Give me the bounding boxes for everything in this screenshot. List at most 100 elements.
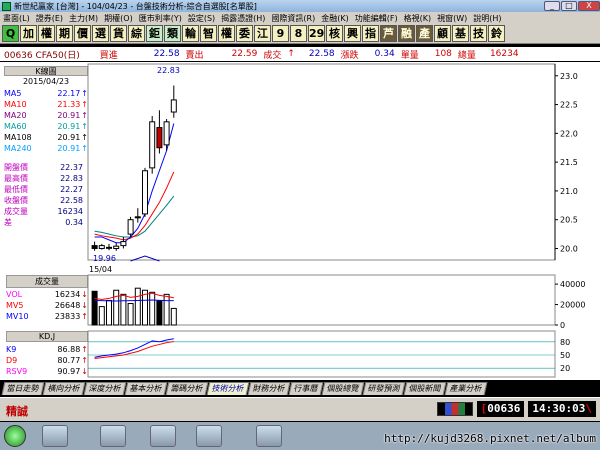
volume-bar (170, 307, 177, 326)
toolbar-button[interactable]: 8 (290, 25, 307, 42)
menu-item[interactable]: 視窗(W) (434, 13, 470, 24)
tab-item[interactable]: 個股新聞 (403, 382, 447, 395)
toolbar-button[interactable]: 興 (344, 25, 361, 42)
volume-bar (156, 299, 163, 326)
buy-label: 買進 (99, 50, 118, 61)
tab-item[interactable]: 產業分析 (444, 382, 488, 395)
tab-item[interactable]: 當日走勢 (1, 382, 45, 395)
toolbar-button[interactable]: 委 (236, 25, 253, 42)
taskbar-app-1-icon[interactable] (42, 425, 68, 447)
total-label: 總量 (457, 50, 476, 61)
kline-tick-label: 21.0 (560, 187, 578, 196)
minimize-button[interactable]: _ (544, 1, 560, 11)
kd-tick-label: 80 (560, 338, 570, 347)
stock-code-box[interactable]: [00636 (476, 401, 525, 417)
kline-tick-label: 22.0 (560, 129, 578, 138)
menu-item[interactable]: 功能編輯(F) (352, 13, 401, 24)
kline-chart[interactable]: 23.0 22.5 22.0 21.5 21.0 20.5 20.0 (0, 62, 600, 272)
volume-bar (127, 303, 134, 326)
toolbar-button[interactable]: 基 (452, 25, 469, 42)
toolbar-button[interactable]: 權 (218, 25, 235, 42)
menu-item[interactable]: 格視(K) (401, 13, 435, 24)
menu-item[interactable]: 設定(S) (185, 13, 218, 24)
tab-item[interactable]: 財務分析 (247, 382, 291, 395)
toolbar-button[interactable]: 加 (20, 25, 37, 42)
taskbar-app-2-icon[interactable] (100, 425, 126, 447)
toolbar-button[interactable]: 類 (164, 25, 181, 42)
maximize-button[interactable]: □ (561, 1, 577, 11)
tab-item[interactable]: 深度分析 (83, 382, 127, 395)
menu-item[interactable]: 金融(K) (318, 13, 352, 24)
ticker-icon[interactable] (436, 402, 473, 416)
toolbar-button[interactable]: 鈴 (488, 25, 505, 42)
trade-arrow: ↑ (287, 49, 295, 59)
trade-label: 成交 (263, 50, 282, 61)
mv5-line (94, 292, 174, 300)
toolbar-button[interactable]: 技 (470, 25, 487, 42)
taskbar-app-3-icon[interactable] (150, 425, 176, 447)
tab-item[interactable]: 行事曆 (288, 382, 324, 395)
toolbar-button[interactable]: 權 (38, 25, 55, 42)
candle-body (120, 241, 127, 247)
tab-item[interactable]: 籌碼分析 (165, 382, 209, 395)
toolbar-button[interactable]: 9 (272, 25, 289, 42)
menu-item[interactable]: 匯市利率(Y) (136, 13, 185, 24)
volume-bar (91, 290, 98, 326)
menu-item[interactable]: 證券(E) (33, 13, 66, 24)
menu-bar: 畫面(L) 證券(E) 主力(M) 期權(O) 匯市利率(Y) 設定(S) 揭露憑證(H) 國… (0, 12, 600, 24)
close-button[interactable]: X (578, 1, 600, 11)
candle-body (142, 170, 148, 215)
sell-value: 22.59 (231, 49, 258, 59)
toolbar-button[interactable]: 產 (416, 25, 433, 42)
toolbar-button[interactable]: 芦 (380, 25, 397, 42)
toolbar-button[interactable]: 鉅 (146, 25, 163, 42)
kline-tick-label: 22.5 (560, 101, 578, 110)
kline-tick-label: 21.5 (560, 158, 578, 167)
start-icon[interactable] (4, 425, 26, 447)
toolbar-button[interactable]: 核 (326, 25, 343, 42)
toolbar-button[interactable]: 期 (56, 25, 73, 42)
toolbar-button[interactable]: 指 (362, 25, 379, 42)
toolbar-button[interactable]: 智 (200, 25, 217, 42)
toolbar-button[interactable]: 融 (398, 25, 415, 42)
menu-item[interactable]: 畫面(L) (0, 13, 33, 24)
menu-item[interactable]: 揭露憑證(H) (218, 13, 268, 24)
tab-item[interactable]: 橫向分析 (42, 382, 86, 395)
change-value: 0.34 (374, 49, 395, 59)
tab-item[interactable]: 個股總覽 (321, 382, 365, 395)
toolbar-button[interactable]: 貨 (110, 25, 127, 42)
kline-tick-label: 23.0 (560, 72, 578, 81)
menu-item[interactable]: 主力(M) (66, 13, 101, 24)
kd-tick-label: 50 (560, 351, 570, 360)
tab-item[interactable]: 研發預測 (362, 382, 406, 395)
kline-low-label: 19.96 (93, 254, 116, 263)
toolbar-button[interactable]: 江 (254, 25, 271, 42)
ma20-line (94, 195, 175, 238)
menu-item[interactable]: 說明(H) (470, 13, 504, 24)
toolbar-button[interactable]: 29 (308, 25, 325, 42)
quote-bar: 00636 CFA50(日) 買進 22.58 賣出 22.59 成交 ↑ 22… (0, 47, 600, 61)
volume-bar (142, 289, 148, 326)
volume-chart[interactable]: 40000200000 (0, 273, 600, 331)
chart-area: K線圖 2015/04/23 MA5 22.17 ↑ MA10 21.33 ↑ MA20 20… (0, 62, 600, 380)
taskbar-app-4-icon[interactable] (196, 425, 222, 447)
tab-item[interactable]: 基本分析 (124, 382, 168, 395)
toolbar-button[interactable]: 價 (74, 25, 91, 42)
taskbar-app-5-icon[interactable] (256, 425, 282, 447)
tab-item[interactable]: 技術分析 (206, 382, 250, 395)
toolbar-button[interactable]: 選 (92, 25, 109, 42)
toolbar-button[interactable]: 顧 (434, 25, 451, 42)
stock-code: 00636 CFA50(日) (4, 50, 80, 61)
window-title-bar[interactable]: 新世紀贏家 [台灣] - 104/04/23 - 台盤技術分析-綜合自選股[名單… (0, 0, 600, 12)
menu-item[interactable]: 國際資訊(R) (268, 13, 318, 24)
toolbar-button[interactable]: 輪 (182, 25, 199, 42)
kd-chart[interactable]: 80 50 20 (0, 329, 600, 379)
search-icon[interactable]: Q (2, 25, 19, 42)
menu-item[interactable]: 期權(O) (101, 13, 136, 24)
volume-tick-label: 20000 (560, 301, 585, 310)
volume-value: 108 (434, 49, 452, 59)
candle-body (91, 245, 98, 249)
toolbar-button[interactable]: 綜 (128, 25, 145, 42)
watermark-url: http://kujd3268.pixnet.net/album (384, 432, 596, 445)
candle-body (98, 245, 105, 249)
